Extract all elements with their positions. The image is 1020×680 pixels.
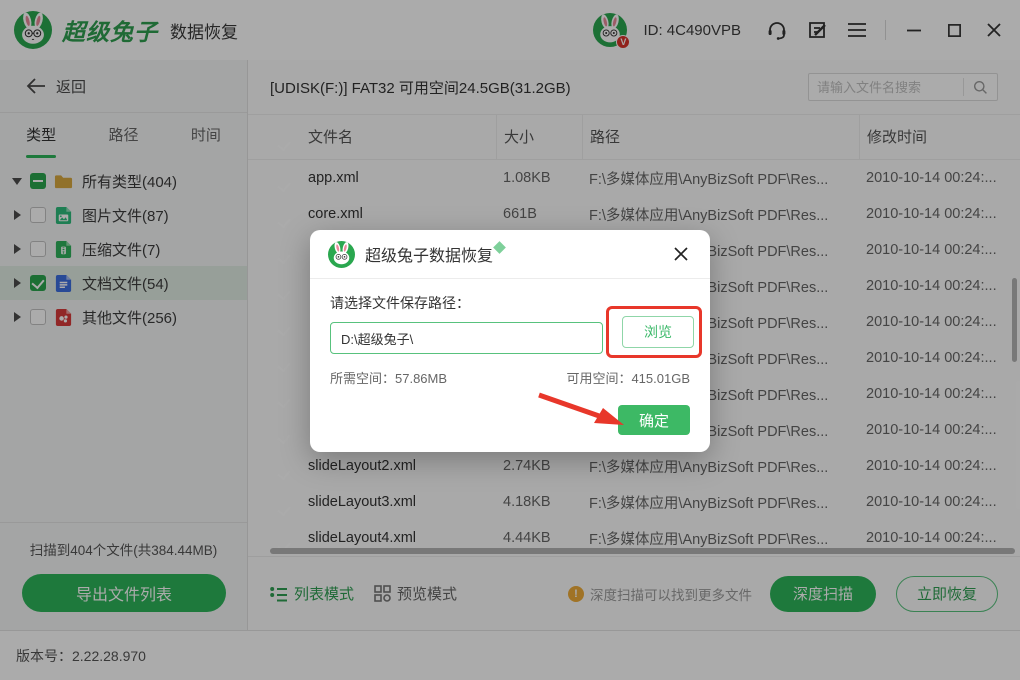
save-path-prompt: 请选择文件保存路径： [330, 295, 470, 311]
browse-button[interactable]: 浏览 [622, 316, 694, 348]
dialog-body: 请选择文件保存路径： 浏览 所需空间：57.86MB 可用空间：415.01GB… [310, 279, 710, 435]
red-annotation-arrow [538, 392, 624, 425]
available-space: 可用空间：415.01GB [566, 371, 690, 386]
dialog-title: 超级兔子数据恢复 [365, 248, 494, 265]
dialog-rabbit-logo-icon [328, 240, 355, 268]
required-space: 所需空间：57.86MB [330, 371, 448, 386]
confirm-button[interactable]: 确定 [618, 405, 690, 435]
space-info-row: 所需空间：57.86MB 可用空间：415.01GB [330, 368, 690, 387]
dialog-header: 超级兔子数据恢复 [310, 230, 710, 279]
dialog-close-icon[interactable] [670, 243, 692, 265]
save-path-dialog: 超级兔子数据恢复 请选择文件保存路径： 浏览 所需空间：57.86MB 可用空间… [310, 230, 710, 452]
save-path-input[interactable] [330, 322, 603, 354]
diamond-decoration-icon [493, 240, 506, 254]
